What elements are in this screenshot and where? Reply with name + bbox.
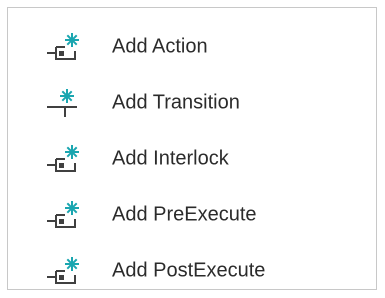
menu-item-label: Add PostExecute bbox=[112, 259, 266, 282]
menu-item-label: Add Action bbox=[112, 35, 208, 58]
menu-item-label: Add PreExecute bbox=[112, 203, 257, 226]
menu-item-add-interlock[interactable]: Add Interlock bbox=[8, 139, 376, 179]
menu-item-label: Add Transition bbox=[112, 91, 240, 114]
add-preexecute-icon bbox=[47, 201, 79, 228]
add-interlock-icon bbox=[47, 145, 79, 172]
add-transition-icon bbox=[47, 89, 77, 117]
menu-item-add-postexecute[interactable]: Add PostExecute bbox=[8, 251, 376, 291]
menu-item-add-preexecute[interactable]: Add PreExecute bbox=[8, 195, 376, 235]
menu-item-label: Add Interlock bbox=[112, 147, 229, 170]
context-menu: Add Action Add Transition Add Interlock … bbox=[7, 7, 377, 290]
add-postexecute-icon bbox=[47, 257, 79, 284]
add-action-icon bbox=[47, 33, 79, 60]
menu-item-add-transition[interactable]: Add Transition bbox=[8, 83, 376, 123]
menu-item-add-action[interactable]: Add Action bbox=[8, 27, 376, 67]
